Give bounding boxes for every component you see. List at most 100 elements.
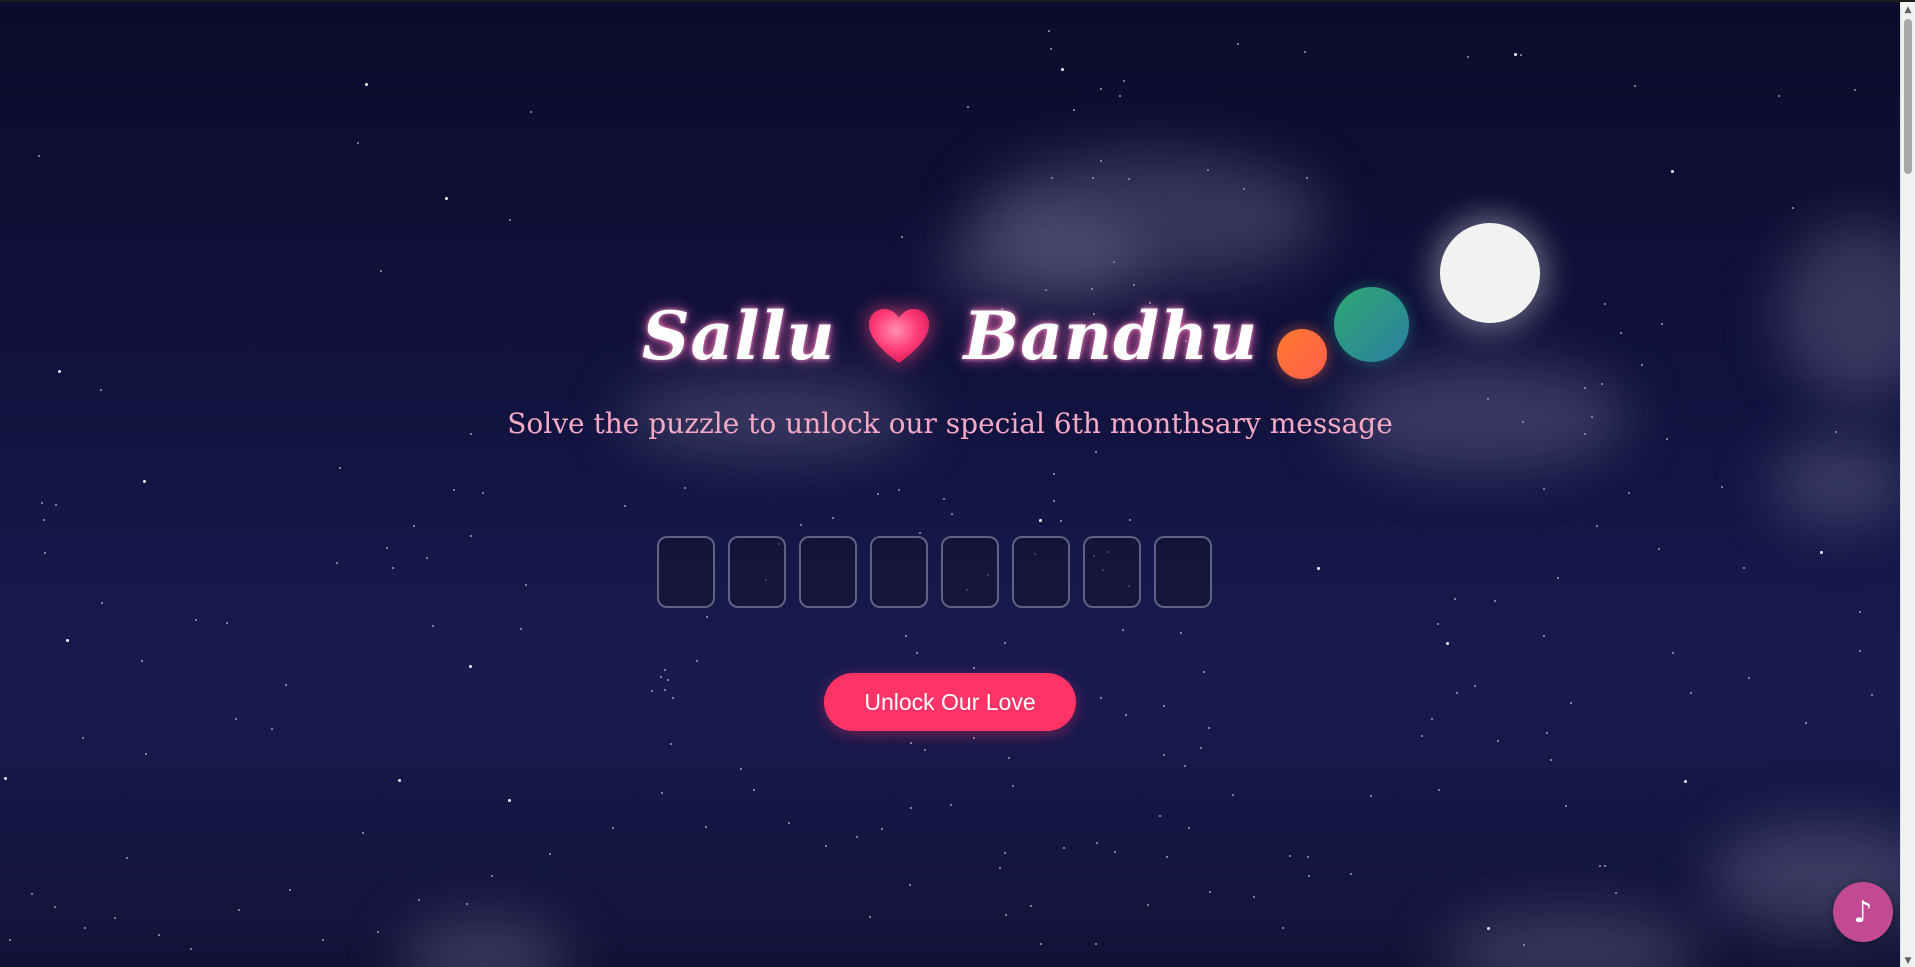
star (362, 832, 364, 834)
star (1421, 735, 1423, 737)
star (82, 737, 84, 739)
star (1317, 567, 1320, 570)
star (1565, 805, 1567, 807)
puzzle-letter-input[interactable] (1083, 536, 1141, 608)
star (825, 845, 827, 847)
star (1778, 95, 1780, 97)
star (1308, 875, 1310, 877)
star (508, 799, 511, 802)
star (1437, 623, 1439, 625)
star (195, 619, 197, 621)
puzzle-letter-input[interactable] (657, 536, 715, 608)
star (1253, 896, 1255, 898)
star (696, 660, 698, 662)
star (1053, 500, 1055, 502)
page-background: Sallu Bandhu Solve the puzzle to unlock … (0, 0, 1915, 967)
cloud-decoration (940, 217, 1140, 307)
star (1060, 520, 1062, 522)
star (491, 875, 493, 877)
star (612, 827, 614, 829)
star (624, 505, 626, 507)
star (1237, 43, 1239, 45)
puzzle-letter-input[interactable] (941, 536, 999, 608)
star (1854, 89, 1856, 91)
star (705, 826, 707, 828)
star (706, 616, 708, 618)
star (905, 635, 907, 637)
star (1307, 856, 1309, 858)
star (386, 547, 388, 549)
star (432, 625, 434, 627)
star (1550, 759, 1552, 761)
star (339, 467, 341, 469)
page-scrollbar[interactable]: ▲ ▼ (1900, 2, 1915, 967)
star (453, 489, 455, 491)
star (661, 792, 663, 794)
star (1599, 865, 1601, 867)
scroll-down-arrow-icon[interactable]: ▼ (1901, 954, 1915, 967)
heart-icon (867, 307, 931, 365)
unlock-button[interactable]: Unlock Our Love (824, 673, 1076, 731)
star (877, 493, 879, 495)
star (1658, 548, 1660, 550)
star (4, 777, 7, 780)
music-note-icon: ♪ (1853, 894, 1873, 930)
star (1350, 873, 1352, 875)
star (1129, 519, 1131, 521)
star (285, 684, 287, 686)
star (336, 562, 338, 564)
star (1100, 88, 1102, 90)
star (1304, 51, 1306, 53)
puzzle-letter-input[interactable] (1012, 536, 1070, 608)
star (1438, 789, 1440, 791)
star (100, 389, 102, 391)
cloud-decoration (1770, 437, 1910, 527)
star (1690, 692, 1692, 694)
star (1871, 694, 1873, 696)
star (1096, 842, 1098, 844)
star (1456, 692, 1458, 694)
scroll-up-arrow-icon[interactable]: ▲ (1901, 3, 1915, 17)
star (509, 219, 511, 221)
scrollbar-thumb[interactable] (1904, 19, 1912, 174)
star (1159, 815, 1161, 817)
puzzle-letter-input[interactable] (728, 536, 786, 608)
star (1494, 600, 1496, 602)
star (1030, 905, 1032, 907)
star (664, 669, 666, 671)
star (881, 828, 883, 830)
star (9, 939, 11, 941)
star (1604, 865, 1606, 867)
star (909, 884, 911, 886)
star (398, 779, 401, 782)
star (31, 893, 33, 895)
puzzle-letter-input[interactable] (1154, 536, 1212, 608)
star (1119, 95, 1121, 97)
star (1748, 677, 1750, 679)
star (670, 743, 672, 745)
star (651, 690, 653, 692)
puzzle-letter-input[interactable] (870, 536, 928, 608)
star (141, 660, 143, 662)
star (1163, 705, 1165, 707)
starfield (0, 2, 1915, 967)
star (380, 270, 382, 272)
star (1200, 747, 1202, 749)
star (1570, 702, 1572, 704)
star (1634, 85, 1636, 87)
star (1061, 68, 1064, 71)
star (1114, 851, 1116, 853)
star (238, 909, 240, 911)
star (1100, 697, 1102, 699)
name-right: Bandhu (963, 297, 1259, 375)
star (55, 504, 57, 506)
star (1671, 170, 1674, 173)
music-toggle-button[interactable]: ♪ (1833, 882, 1893, 942)
star (365, 83, 368, 86)
puzzle-letter-input[interactable] (799, 536, 857, 608)
star (520, 628, 522, 630)
star (684, 487, 686, 489)
star (1004, 852, 1006, 854)
star (1095, 943, 1097, 945)
puzzle-input-row (657, 536, 1212, 608)
